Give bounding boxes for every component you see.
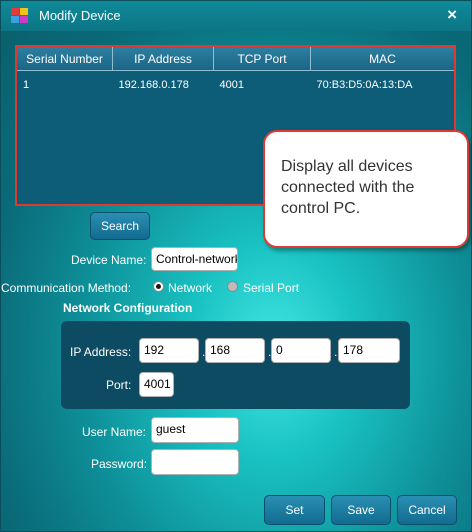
radio-selected-icon[interactable]	[153, 281, 164, 292]
table-row[interactable]: 1 192.168.0.178 4001 70:B3:D5:0A:13:DA	[17, 71, 454, 91]
app-logo-icon	[11, 8, 28, 24]
cell-serial-number: 1	[23, 79, 30, 91]
user-name-label: User Name:	[82, 425, 147, 439]
ip-address-label: IP Address:	[70, 345, 132, 359]
ip-octet-2-field[interactable]: 168	[205, 338, 265, 363]
search-button[interactable]: Search	[90, 212, 150, 240]
ip-octet-3-field[interactable]: 0	[271, 338, 331, 363]
network-option-label[interactable]: Network	[168, 281, 212, 295]
modify-device-window: Modify Device × Serial Number IP Address…	[0, 0, 472, 532]
ip-separator: .	[334, 345, 338, 359]
column-header-mac[interactable]: MAC	[310, 47, 454, 71]
column-header-ip-address[interactable]: IP Address	[112, 47, 214, 71]
device-table: Serial Number IP Address TCP Port MAC 1 …	[17, 47, 454, 91]
user-name-field[interactable]: guest	[151, 417, 239, 443]
password-label: Password:	[91, 457, 148, 471]
device-name-field[interactable]: Control-network	[151, 247, 238, 271]
network-configuration-panel: IP Address: 192 . 168 . 0 . 178 Port: 40…	[61, 321, 410, 409]
password-field[interactable]	[151, 449, 239, 475]
title-bar: Modify Device ×	[1, 1, 471, 31]
save-button[interactable]: Save	[331, 495, 391, 525]
ip-octet-4-field[interactable]: 178	[338, 338, 400, 363]
network-configuration-title: Network Configuration	[63, 301, 193, 315]
port-field[interactable]: 4001	[139, 372, 174, 397]
serial-port-option-label[interactable]: Serial Port	[243, 281, 299, 295]
cell-tcp-port: 4001	[219, 79, 244, 91]
cell-mac: 70:B3:D5:0A:13:DA	[316, 79, 413, 91]
cancel-button[interactable]: Cancel	[397, 495, 457, 525]
callout-text: Display all devices connected with the c…	[281, 158, 415, 217]
port-label: Port:	[106, 378, 132, 392]
column-header-serial-number[interactable]: Serial Number	[17, 47, 113, 71]
radio-unselected-icon[interactable]	[227, 281, 238, 292]
window-title: Modify Device	[39, 8, 121, 23]
device-name-label: Device Name:	[71, 253, 147, 267]
column-header-tcp-port[interactable]: TCP Port	[213, 47, 311, 71]
callout-annotation: Display all devices connected with the c…	[263, 130, 469, 248]
ip-octet-1-field[interactable]: 192	[139, 338, 199, 363]
communication-method-label: Communication Method:	[1, 281, 132, 295]
cell-ip-address: 192.168.0.178	[118, 79, 189, 91]
set-button[interactable]: Set	[264, 495, 325, 525]
close-icon[interactable]: ×	[447, 5, 457, 25]
table-header-row: Serial Number IP Address TCP Port MAC	[17, 47, 454, 71]
